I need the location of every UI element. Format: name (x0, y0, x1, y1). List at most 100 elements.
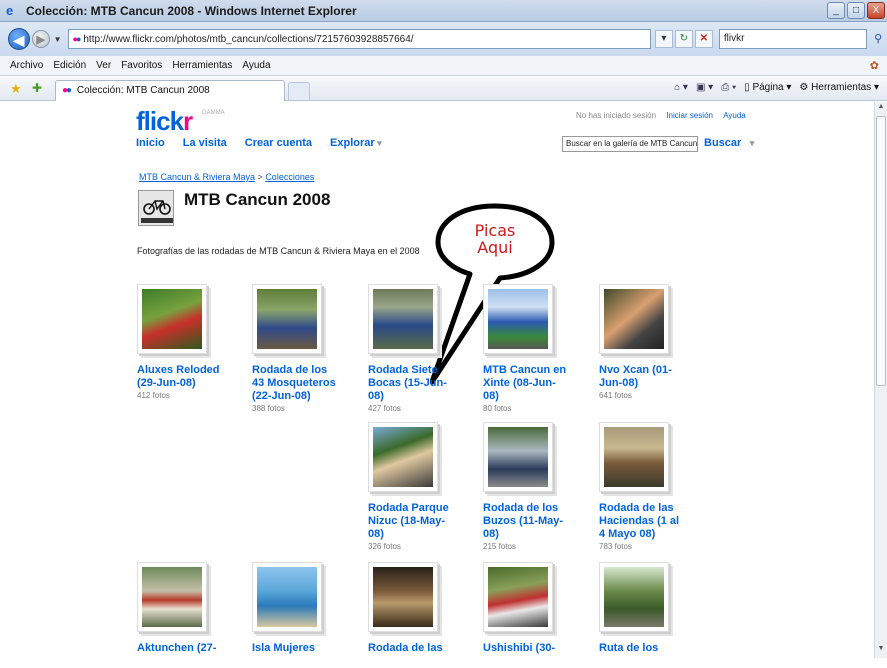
set-thumbnail[interactable] (252, 562, 322, 632)
gallery-search-input[interactable]: Buscar en la galería de MTB Cancun (562, 136, 698, 152)
set-thumbnail[interactable] (483, 562, 553, 632)
set-item[interactable]: Rodada de los 43 Mosqueteros (22-Jun-08)… (252, 284, 352, 413)
back-button[interactable]: ◀ (8, 28, 30, 50)
new-tab-button[interactable] (288, 82, 310, 100)
set-item[interactable]: Rodada de las (368, 562, 468, 656)
set-item[interactable]: Isla Mujeres (252, 562, 352, 656)
menu-archivo[interactable]: Archivo (10, 60, 43, 71)
set-thumbnail[interactable] (252, 284, 322, 354)
page-menu-label: Página (752, 82, 784, 93)
add-favorites-icon[interactable]: ✚ (32, 81, 42, 95)
print-icon[interactable]: ⎙ ▾ (721, 82, 736, 93)
tools-menu-label: Herramientas (811, 82, 872, 93)
nav-inicio[interactable]: Inicio (136, 137, 165, 149)
set-title[interactable]: Aktunchen (27- (137, 642, 225, 655)
set-thumbnail[interactable] (137, 284, 207, 354)
set-item[interactable]: Ruta de los (599, 562, 699, 656)
address-url: http://www.flickr.com/photos/mtb_cancun/… (83, 33, 414, 45)
set-thumbnail[interactable] (599, 562, 669, 632)
tools-menu[interactable]: ⚙ Herramientas ▾ (799, 82, 879, 93)
set-item[interactable]: Ushishibi (30- (483, 562, 583, 656)
set-thumbnail[interactable] (368, 284, 438, 354)
minimize-button[interactable]: _ (827, 2, 845, 19)
favorites-star-icon[interactable]: ★ (10, 81, 22, 97)
set-item[interactable]: Aluxes Reloded (29-Jun-08) 412 fotos (137, 284, 237, 400)
set-thumbnail[interactable] (137, 562, 207, 632)
set-thumbnail[interactable] (483, 284, 553, 354)
close-button[interactable]: X (867, 2, 885, 19)
tools-gear-icon: ⚙ (799, 82, 812, 93)
address-field[interactable]: ●● http://www.flickr.com/photos/mtb_canc… (67, 29, 651, 49)
flickr-nav: Inicio La visita Crear cuenta Explorar (136, 137, 382, 149)
set-item[interactable]: Rodada Parque Nizuc (18-May-08) 326 foto… (368, 422, 468, 551)
set-count: 215 fotos (483, 542, 516, 551)
set-thumbnail[interactable] (599, 284, 669, 354)
set-title[interactable]: Nvo Xcan (01-Jun-08) (599, 364, 687, 390)
set-title[interactable]: Rodada de los 43 Mosqueteros (22-Jun-08) (252, 364, 340, 403)
breadcrumb-collections-link[interactable]: Colecciones (265, 172, 314, 182)
set-title[interactable]: Ushishibi (30- (483, 642, 571, 655)
breadcrumb-user-link[interactable]: MTB Cancun & Riviera Maya (139, 172, 255, 182)
collection-avatar[interactable] (138, 190, 174, 226)
nav-crear-cuenta[interactable]: Crear cuenta (245, 137, 312, 149)
maximize-button[interactable]: □ (847, 2, 865, 19)
home-icon[interactable]: ⌂ ▾ (674, 82, 688, 93)
set-title[interactable]: Isla Mujeres (252, 642, 340, 655)
nav-la-visita[interactable]: La visita (183, 137, 227, 149)
nav-explorar[interactable]: Explorar (330, 137, 382, 149)
account-links: No has iniciado sesión Iniciar sesión Ay… (576, 111, 746, 120)
breadcrumb: MTB Cancun & Riviera Maya > Colecciones (139, 172, 314, 182)
login-link[interactable]: Iniciar sesión (666, 111, 713, 120)
page-menu[interactable]: ▯ Página ▾ (744, 82, 791, 93)
address-dropdown-icon[interactable]: ▾ (654, 30, 673, 48)
breadcrumb-separator: > (255, 172, 266, 182)
menu-ver[interactable]: Ver (96, 60, 111, 71)
speech-line-2: Aqui (477, 238, 513, 257)
menu-herramientas[interactable]: Herramientas (172, 60, 232, 71)
vertical-scrollbar[interactable]: ▲ ▼ (874, 102, 887, 658)
set-title[interactable]: MTB Cancun en Xinte (08-Jun-08) (483, 364, 571, 403)
set-title[interactable]: Rodada de los Buzos (11-May-08) (483, 502, 571, 541)
set-title[interactable]: Aluxes Reloded (29-Jun-08) (137, 364, 225, 390)
set-title[interactable]: Rodada Parque Nizuc (18-May-08) (368, 502, 456, 541)
help-link[interactable]: Ayuda (723, 111, 746, 120)
set-thumbnail[interactable] (368, 562, 438, 632)
logo-beta-label: GAMMA (202, 110, 225, 116)
flickr-logo[interactable]: flickr GAMMA (136, 106, 225, 137)
window-titlebar: e Colección: MTB Cancun 2008 - Windows I… (0, 0, 887, 22)
set-item[interactable]: Nvo Xcan (01-Jun-08) 641 fotos (599, 284, 699, 400)
menu-edicion[interactable]: Edición (53, 60, 86, 71)
set-item[interactable]: Rodada Siete Bocas (15-Jun-08) 427 fotos (368, 284, 468, 413)
set-thumbnail[interactable] (483, 422, 553, 492)
scroll-up-icon[interactable]: ▲ (876, 103, 886, 115)
set-item[interactable]: Aktunchen (27- (137, 562, 237, 656)
command-bar: ⌂ ▾ ▣ ▾ ⎙ ▾ ▯ Página ▾ ⚙ Herramientas ▾ (674, 82, 879, 93)
set-title[interactable]: Rodada de las (368, 642, 456, 655)
tab-bar: ★ ✚ ●● Colección: MTB Cancun 2008 ⌂ ▾ ▣ … (0, 77, 887, 101)
set-title[interactable]: Rodada Siete Bocas (15-Jun-08) (368, 364, 456, 403)
search-icon[interactable]: ⚲ (869, 30, 887, 48)
set-thumbnail[interactable] (368, 422, 438, 492)
set-title[interactable]: Ruta de los (599, 642, 687, 655)
forward-button[interactable]: ▶ (31, 30, 50, 48)
set-title[interactable]: Rodada de las Haciendas (1 al 4 Mayo 08) (599, 502, 687, 541)
set-item[interactable]: Rodada de los Buzos (11-May-08) 215 foto… (483, 422, 583, 551)
scrollbar-thumb[interactable] (876, 116, 886, 386)
gallery-search-button[interactable]: Buscar (704, 137, 754, 149)
set-item[interactable]: Rodada de las Haciendas (1 al 4 Mayo 08)… (599, 422, 699, 551)
stop-icon[interactable]: ✕ (694, 30, 713, 48)
set-item[interactable]: MTB Cancun en Xinte (08-Jun-08) 80 fotos (483, 284, 583, 413)
refresh-icon[interactable]: ↻ (674, 30, 693, 48)
menu-ayuda[interactable]: Ayuda (242, 60, 270, 71)
set-thumbnail[interactable] (599, 422, 669, 492)
scroll-down-icon[interactable]: ▼ (876, 645, 886, 657)
menu-favoritos[interactable]: Favoritos (121, 60, 162, 71)
set-count: 326 fotos (368, 542, 401, 551)
set-count: 412 fotos (137, 391, 170, 400)
history-dropdown-icon[interactable]: ▼ (54, 35, 62, 44)
browser-search-input[interactable]: flivkr (718, 29, 868, 49)
logo-part-blue: flick (136, 106, 184, 136)
feeds-icon[interactable]: ▣ ▾ (696, 82, 713, 93)
toolbar-addon-icon[interactable]: ✿ (870, 59, 879, 72)
tab-coleccion[interactable]: ●● Colección: MTB Cancun 2008 (55, 80, 285, 101)
